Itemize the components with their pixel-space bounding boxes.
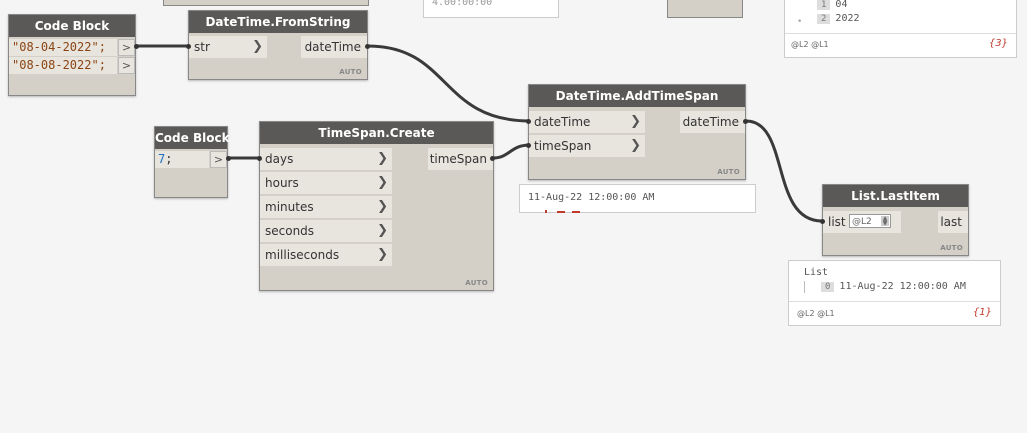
- spinner-icon[interactable]: ▲ ▼: [881, 216, 889, 227]
- input-port-hours[interactable]: hours ❯: [260, 172, 392, 194]
- node-title[interactable]: Code Block: [9, 15, 135, 37]
- connector-dot: [526, 143, 531, 148]
- partial-preview-top-right: • 1 04 2 2022 @L2 @L1 {3}: [784, 0, 1017, 58]
- input-port-minutes[interactable]: minutes ❯: [260, 196, 392, 218]
- lastitem-preview-bubble[interactable]: List 0 11-Aug-22 12:00:00 AM @L2 @L1 {1}: [788, 260, 1001, 326]
- preview-overlap-marks: [545, 210, 581, 213]
- lacing-label[interactable]: AUTO: [339, 68, 362, 76]
- output-port-datetime[interactable]: dateTime: [301, 36, 367, 58]
- partial-node-top-left[interactable]: [163, 0, 369, 6]
- partial-preview-divider: [785, 33, 1016, 34]
- preview-divider: [789, 301, 1000, 302]
- lacing-label[interactable]: AUTO: [465, 279, 488, 287]
- port-label: dateTime: [682, 115, 739, 129]
- list-level-selector[interactable]: @L2 ▲ ▼: [849, 214, 891, 228]
- connector-dot: [820, 219, 825, 224]
- port-label: seconds: [265, 224, 315, 238]
- code-line-1[interactable]: 7;: [155, 151, 209, 168]
- connector-dot: [526, 119, 531, 124]
- chevron-right-icon: ❯: [377, 199, 388, 214]
- chevron-right-icon: ❯: [377, 175, 388, 190]
- connector-dot: [365, 44, 370, 49]
- code-line-1[interactable]: "08-04-2022";: [9, 39, 117, 56]
- port-label: str: [194, 40, 210, 54]
- port-label: last: [940, 215, 962, 229]
- connector-dot: [186, 44, 191, 49]
- lacing-label[interactable]: AUTO: [940, 244, 963, 252]
- code-line-2[interactable]: "08-08-2022";: [9, 57, 117, 74]
- partial-node-top-right[interactable]: [667, 0, 743, 18]
- preview-value: 11-Aug-22 12:00:00 AM: [528, 192, 655, 203]
- datetime-fromstring-node[interactable]: DateTime.FromString str ❯ dateTime AUTO: [188, 10, 368, 80]
- level-value: @L2: [852, 217, 872, 227]
- input-port-timespan[interactable]: timeSpan ❯: [529, 135, 645, 157]
- chevron-right-icon: ❯: [377, 151, 388, 166]
- output-port-timespan[interactable]: timeSpan: [428, 148, 493, 170]
- port-label: days: [265, 152, 294, 166]
- list-lastitem-node[interactable]: List.LastItem list @L2 ▲ ▼ last AUTO: [822, 184, 969, 256]
- preview-list-header: List: [804, 267, 829, 278]
- chevron-right-icon: ❯: [630, 114, 641, 129]
- node-title[interactable]: List.LastItem: [823, 185, 968, 207]
- output-port-2[interactable]: >: [118, 57, 135, 74]
- addtimespan-preview-bubble[interactable]: 11-Aug-22 12:00:00 AM: [519, 184, 756, 213]
- wire-timespan-to-addtimespan[interactable]: [492, 143, 531, 160]
- node-title[interactable]: DateTime.FromString: [189, 11, 367, 33]
- partial-list-item-2: 2 2022: [817, 13, 860, 24]
- node-title[interactable]: DateTime.AddTimeSpan: [529, 85, 745, 107]
- output-port-last[interactable]: last: [938, 211, 968, 233]
- timespan-create-node[interactable]: TimeSpan.Create days ❯ hours ❯ minutes ❯ se…: [259, 121, 494, 291]
- list-indent-arrow-icon: [804, 281, 805, 293]
- output-port-datetime[interactable]: dateTime: [680, 111, 745, 133]
- port-label: milliseconds: [265, 248, 340, 262]
- connector-dot: [226, 156, 231, 161]
- node-title[interactable]: TimeSpan.Create: [260, 122, 493, 144]
- port-label: dateTime: [534, 115, 591, 129]
- port-label: minutes: [265, 200, 314, 214]
- datetime-addtimespan-node[interactable]: DateTime.AddTimeSpan dateTime ❯ timeSpan ❯…: [528, 84, 746, 180]
- partial-preview-top-middle: 4.00:00:00: [423, 0, 559, 18]
- preview-count: {1}: [972, 307, 992, 318]
- partial-list-item-1: 1 04: [817, 0, 847, 10]
- input-port-datetime[interactable]: dateTime ❯: [529, 111, 645, 133]
- lacing-label[interactable]: AUTO: [717, 168, 740, 176]
- code-block-number-node[interactable]: Code Block 7; >: [154, 126, 230, 198]
- output-port-1[interactable]: >: [118, 39, 135, 56]
- port-label: dateTime: [304, 40, 361, 54]
- input-port-milliseconds[interactable]: milliseconds ❯: [260, 244, 392, 266]
- chevron-right-icon: ❯: [377, 223, 388, 238]
- partial-list-marker-icon: •: [797, 17, 803, 27]
- chevron-right-icon: ❯: [377, 247, 388, 262]
- port-label: timeSpan: [429, 152, 487, 166]
- partial-preview-count: {3}: [988, 38, 1008, 49]
- wire-addtimespan-to-lastitem[interactable]: [745, 119, 823, 223]
- connector-dot: [743, 119, 748, 124]
- port-label: hours: [265, 176, 299, 190]
- chevron-right-icon: ❯: [252, 39, 263, 54]
- connector-dot: [134, 44, 139, 49]
- wire-fromstring-to-addtimespan[interactable]: [367, 44, 531, 123]
- code-block-dates-node[interactable]: Code Block "08-04-2022"; "08-08-2022"; >…: [8, 14, 136, 96]
- partial-preview-levels: @L2 @L1: [791, 40, 829, 49]
- partial-preview-value: 4.00:00:00: [432, 0, 493, 8]
- preview-levels: @L2 @L1: [797, 309, 835, 318]
- node-title[interactable]: Code Block: [155, 127, 230, 149]
- input-port-seconds[interactable]: seconds ❯: [260, 220, 392, 242]
- input-port-str[interactable]: str ❯: [189, 36, 267, 58]
- chevron-right-icon: ❯: [630, 138, 641, 153]
- port-label: list: [828, 215, 846, 229]
- preview-list-item: 0 11-Aug-22 12:00:00 AM: [821, 281, 966, 292]
- input-port-list[interactable]: list @L2 ▲ ▼: [823, 211, 901, 233]
- input-port-days[interactable]: days ❯: [260, 148, 392, 170]
- connector-dot: [490, 156, 495, 161]
- port-label: timeSpan: [534, 139, 592, 153]
- output-port-1[interactable]: >: [210, 151, 227, 168]
- connector-dot: [257, 156, 262, 161]
- code-terminator: ;: [165, 152, 173, 166]
